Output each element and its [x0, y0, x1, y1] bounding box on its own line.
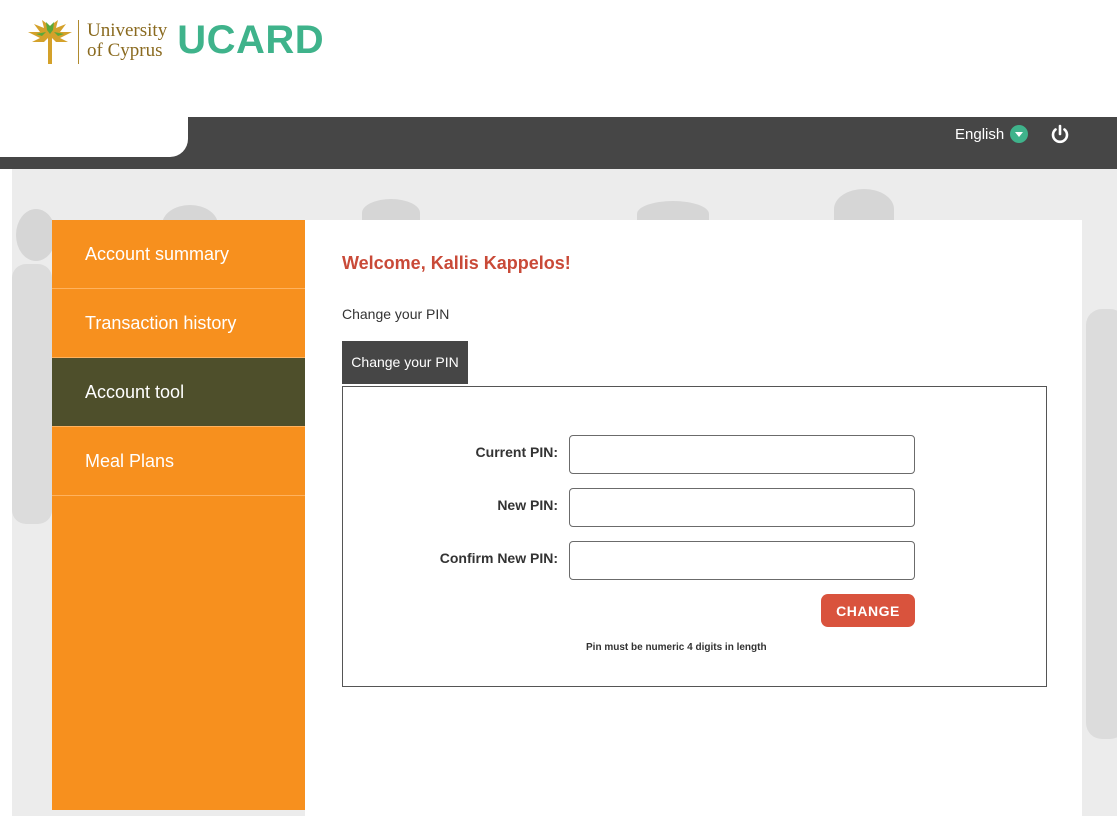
sidebar-item-transaction-history[interactable]: Transaction history	[52, 289, 305, 358]
section-title: Change your PIN	[342, 306, 450, 322]
sidebar: Account summary Transaction history Acco…	[52, 220, 324, 810]
sidebar-item-meal-plans[interactable]: Meal Plans	[52, 427, 305, 496]
confirm-new-pin-input[interactable]	[569, 541, 915, 580]
top-nav-bar-cutout	[0, 117, 188, 157]
language-label: English	[955, 125, 1005, 143]
tab-change-pin[interactable]: Change your PIN	[342, 341, 468, 384]
sidebar-item-label: Transaction history	[85, 313, 237, 333]
confirm-new-pin-label: Confirm New PIN:	[439, 550, 558, 566]
current-pin-label: Current PIN:	[475, 444, 558, 460]
sidebar-item-label: Account tool	[85, 382, 185, 402]
logo-divider	[78, 20, 79, 64]
logo-university-text: University of Cyprus	[87, 21, 167, 61]
sidebar-item-account-summary[interactable]: Account summary	[52, 220, 305, 289]
language-selector[interactable]: English	[955, 124, 1029, 144]
logo-university: University	[87, 20, 168, 41]
power-icon[interactable]	[1049, 124, 1071, 146]
bg-person-body	[1086, 309, 1117, 739]
new-pin-input[interactable]	[569, 488, 915, 527]
pin-hint: Pin must be numeric 4 digits in length	[586, 642, 767, 653]
sidebar-item-account-tool[interactable]: Account tool	[52, 358, 324, 427]
sidebar-item-label: Meal Plans	[85, 451, 175, 471]
logo-of-cyprus: of Cyprus	[87, 40, 163, 61]
main-content: Welcome, Kallis Kappelos! Change your PI…	[305, 220, 1082, 816]
change-pin-panel: Current PIN: New PIN: Confirm New PIN: C…	[342, 386, 1047, 687]
logo-ucard: UCARD	[177, 18, 325, 62]
bg-person-head	[16, 209, 56, 261]
tree-logo-icon	[28, 20, 72, 64]
header: University of Cyprus UCARD	[0, 0, 1117, 117]
change-button[interactable]: CHANGE	[821, 594, 915, 627]
bg-person-body	[12, 264, 52, 524]
university-logo[interactable]: University of Cyprus UCARD	[24, 18, 324, 66]
sidebar-item-label: Account summary	[85, 244, 230, 264]
chevron-down-icon	[1010, 125, 1029, 143]
current-pin-input[interactable]	[569, 435, 915, 474]
new-pin-label: New PIN:	[497, 497, 558, 513]
welcome-message: Welcome, Kallis Kappelos!	[342, 253, 571, 273]
